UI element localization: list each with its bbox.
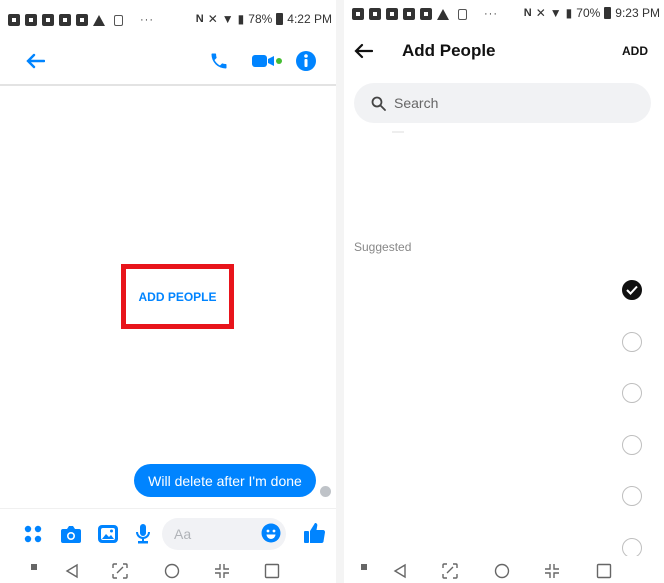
nfc-icon: N bbox=[523, 7, 532, 19]
chat-screen: ··· N ✕ ▼ ▮ 78% 4:22 PM ADD PEOPLE Will … bbox=[0, 0, 336, 583]
message-input-placeholder: Aa bbox=[174, 526, 192, 542]
panel-divider bbox=[336, 0, 344, 583]
notification-icon bbox=[369, 8, 381, 20]
screen-capture-icon[interactable] bbox=[442, 563, 458, 579]
signal-icon: ▮ bbox=[237, 12, 245, 26]
suggested-section-label: Suggested bbox=[354, 240, 412, 254]
suggestion-select-checkbox[interactable] bbox=[622, 486, 642, 506]
wifi-icon: ▼ bbox=[221, 12, 234, 26]
lock-icon bbox=[458, 8, 467, 20]
lock-icon bbox=[114, 14, 123, 26]
more-dots-icon: ··· bbox=[484, 8, 498, 20]
add-people-label: ADD PEOPLE bbox=[138, 289, 217, 304]
home-circle-icon[interactable] bbox=[164, 563, 180, 579]
apps-grid-icon[interactable] bbox=[22, 523, 44, 545]
search-icon bbox=[370, 95, 386, 111]
seen-indicator-icon bbox=[320, 486, 331, 497]
back-arrow-icon[interactable] bbox=[350, 40, 376, 62]
notification-icon bbox=[8, 14, 20, 26]
back-triangle-icon[interactable] bbox=[64, 563, 80, 579]
list-edge bbox=[392, 131, 404, 133]
back-triangle-icon[interactable] bbox=[392, 563, 408, 579]
split-screen-icon[interactable] bbox=[214, 563, 230, 579]
warning-icon bbox=[437, 8, 449, 20]
notification-icon bbox=[25, 14, 37, 26]
more-dots-icon: ··· bbox=[140, 14, 154, 26]
suggestion-select-checkbox[interactable] bbox=[622, 538, 642, 558]
message-text: Will delete after I'm done bbox=[148, 472, 302, 489]
microphone-icon[interactable] bbox=[132, 521, 154, 547]
battery-icon bbox=[604, 7, 612, 19]
back-arrow-icon[interactable] bbox=[22, 50, 48, 72]
info-icon[interactable] bbox=[294, 49, 318, 73]
add-people-link[interactable]: ADD PEOPLE bbox=[121, 264, 234, 329]
overview-square-icon[interactable] bbox=[264, 563, 280, 579]
notification-icon bbox=[420, 8, 432, 20]
camera-icon[interactable] bbox=[58, 522, 84, 546]
notification-icon bbox=[42, 14, 54, 26]
mute-icon: ✕ bbox=[535, 6, 546, 20]
notification-icons: ··· bbox=[352, 8, 498, 20]
nfc-icon: N bbox=[195, 13, 204, 25]
add-button[interactable]: ADD bbox=[622, 44, 648, 58]
notification-icons: ··· bbox=[8, 14, 154, 26]
warning-icon bbox=[93, 14, 105, 26]
emoji-icon[interactable] bbox=[260, 522, 282, 544]
status-bar: ··· N ✕ ▼ ▮ 78% 4:22 PM bbox=[0, 0, 336, 40]
recents-square-icon[interactable] bbox=[30, 563, 38, 571]
suggestion-select-checkbox[interactable] bbox=[622, 435, 642, 455]
sent-message-bubble[interactable]: Will delete after I'm done bbox=[134, 464, 316, 497]
battery-icon bbox=[276, 13, 284, 25]
add-people-header: Add People ADD bbox=[344, 32, 664, 68]
search-input[interactable]: Search bbox=[354, 83, 651, 123]
wifi-icon: ▼ bbox=[549, 6, 562, 20]
thumbs-up-icon[interactable] bbox=[300, 520, 328, 546]
page-title: Add People bbox=[402, 41, 496, 60]
search-placeholder: Search bbox=[394, 95, 439, 111]
phone-icon[interactable] bbox=[206, 48, 232, 74]
clock: 4:22 PM bbox=[287, 12, 332, 26]
overview-square-icon[interactable] bbox=[596, 563, 612, 579]
battery-percent: 78% bbox=[248, 12, 273, 26]
split-screen-icon[interactable] bbox=[544, 563, 560, 579]
notification-icon bbox=[59, 14, 71, 26]
suggestion-select-checkbox[interactable] bbox=[622, 383, 642, 403]
screen-capture-icon[interactable] bbox=[112, 563, 128, 579]
notification-icon bbox=[76, 14, 88, 26]
notification-icon bbox=[386, 8, 398, 20]
gallery-icon[interactable] bbox=[95, 522, 121, 546]
recents-square-icon[interactable] bbox=[360, 563, 368, 571]
suggestion-select-checkbox[interactable] bbox=[622, 280, 642, 300]
add-people-screen: ··· N ✕ ▼ ▮ 70% 9:23 PM Add People ADD S… bbox=[344, 0, 664, 583]
clock: 9:23 PM bbox=[615, 6, 660, 20]
battery-percent: 70% bbox=[576, 6, 601, 20]
suggestion-select-checkbox[interactable] bbox=[622, 332, 642, 352]
notification-icon bbox=[403, 8, 415, 20]
video-camera-icon[interactable] bbox=[250, 50, 284, 72]
chat-toolbar bbox=[0, 40, 336, 86]
home-circle-icon[interactable] bbox=[494, 563, 510, 579]
mute-icon: ✕ bbox=[207, 12, 218, 26]
message-composer: Aa bbox=[0, 508, 336, 556]
notification-icon bbox=[352, 8, 364, 20]
signal-icon: ▮ bbox=[565, 6, 573, 20]
